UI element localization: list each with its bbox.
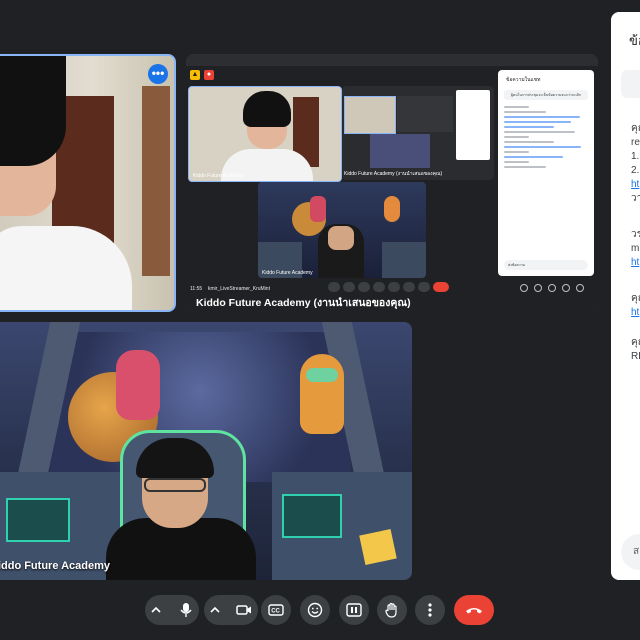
presentation-controls: 11:55 kmir_LiveStreamer_KruMint Kiddo Fu… [186,278,598,312]
mini-control-bar [328,282,449,292]
end-call-icon [464,605,484,615]
console-screen [6,498,70,542]
camera-icon [343,282,355,292]
orange-robot [300,354,344,434]
shelf [142,86,170,276]
participant-face [328,226,354,250]
embedded-chat-notice: ผู้คนในการประชุมจะเห็นข้อความจนกว่าจะเลิ… [504,90,588,100]
pink-robot [116,350,160,420]
chat-panel-header: ข้อ [629,33,640,48]
cc-icon [358,282,370,292]
chat-message: วร m ht [631,229,640,268]
chat-side-panel: ข้อ คุณ re 1. 2. ht วา วร m ht คุณ ht คุ… [611,12,640,580]
chevron-up-icon[interactable] [210,605,220,615]
more-icon [418,282,430,292]
more-options-icon[interactable]: ••• [148,64,168,84]
chat-message: คุณ re 1. 2. ht วา [631,123,640,204]
participant-hair [0,56,66,166]
nested-tile [344,96,396,134]
mic-icon[interactable] [179,602,193,618]
participant-tile-boy[interactable]: ••• [0,54,176,312]
mini-tile-screen: Kiddo Future Academy (งานนำเสนอของคุณ) [342,86,494,180]
emoji-icon [307,602,323,618]
mini-tile-title: Kiddo Future Academy (งานนำเสนอของคุณ) [344,171,443,177]
nested-tile [370,134,430,168]
glasses [144,478,206,492]
robot [384,196,400,222]
chat-input-placeholder: ส [633,546,640,557]
present-screen-icon [346,603,362,617]
presentation-title: Kiddo Future Academy (งานนำเสนอของคุณ) [196,297,411,309]
embedded-chat-input: ส่งข้อความ [504,260,588,270]
raise-hand-button[interactable] [377,595,407,625]
chat-icon [548,284,556,292]
chat-notice [621,70,640,98]
people-icon [534,284,542,292]
mic-icon [328,282,340,292]
more-options-button[interactable] [415,595,445,625]
meeting-code: kmir_LiveStreamer_KruMint [208,286,270,292]
more-vert-icon [428,602,432,618]
yellow-app-icon[interactable]: ▲ [190,70,200,80]
present-icon [388,282,400,292]
participant-tile-space[interactable]: Kiddo Future Academy [0,322,412,580]
embedded-chat-messages [504,106,588,171]
record-icon[interactable]: ● [204,70,214,80]
robot [310,196,326,222]
mic-control-group[interactable] [145,595,199,625]
mini-tile-name: Kiddo Future Academy [262,270,313,276]
chat-message: คุณ ht [631,293,640,318]
console [382,242,426,278]
mini-side-icons [520,284,584,292]
console-screen [282,494,342,538]
nested-tile [397,96,453,132]
robot-visor [306,368,338,382]
reactions-button[interactable] [300,595,330,625]
svg-text:CC: CC [271,609,280,615]
lock-icon [576,284,584,292]
mini-tile-space: Kiddo Future Academy [258,182,426,278]
hand-icon [403,282,415,292]
meeting-time: 11:55 [190,286,203,292]
presentation-top-bar [186,54,598,66]
cc-icon: CC [268,604,284,616]
participant-name: Kiddo Future Academy [0,560,110,572]
mini-tile-boy: Kiddo Future Academy [188,86,342,182]
embedded-chat-panel: ข้อความในแชท ผู้คนในการประชุมจะเห็นข้อคว… [498,70,594,276]
presentation-tile[interactable]: ▲ ● Kiddo Future Academy Kiddo Future Ac… [186,54,598,312]
present-button[interactable] [339,595,369,625]
embedded-chat-title: ข้อความในแชท [506,77,541,83]
camera-control-group[interactable] [204,595,258,625]
end-call-button[interactable] [454,595,494,625]
emoji-icon [373,282,385,292]
hand-icon [385,602,399,618]
chat-message: คุณ RE [631,337,640,362]
chevron-up-icon[interactable] [151,605,161,615]
nested-chat [456,90,490,160]
mini-tile-name: Kiddo Future Academy [193,173,244,179]
info-icon [520,284,528,292]
participant-hair [243,91,291,127]
captions-button[interactable]: CC [261,595,291,625]
activities-icon [562,284,570,292]
camera-icon[interactable] [236,604,252,616]
end-call-icon [433,282,449,292]
